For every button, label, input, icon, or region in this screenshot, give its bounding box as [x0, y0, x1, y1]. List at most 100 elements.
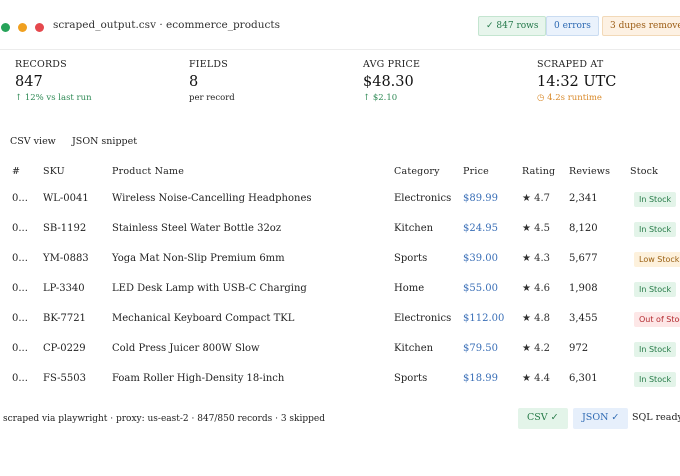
- cell-num: 0...: [12, 313, 28, 324]
- cell-sku: SB-1192: [43, 223, 87, 234]
- cell-num: 0...: [12, 283, 28, 294]
- column-header-category[interactable]: Category: [394, 166, 440, 177]
- cell-reviews: 3,455: [569, 313, 598, 324]
- cell-rating: ★ 4.2: [522, 343, 551, 354]
- column-header-price[interactable]: Price: [463, 166, 489, 177]
- stock-status-badge: In Stock: [634, 342, 677, 357]
- cell-rating: ★ 4.3: [522, 253, 551, 264]
- table-row[interactable]: 0... FS-5503 Foam Roller High-Density 18-i…: [0, 365, 680, 395]
- stat-avg-price-trend: ↑ $2.10: [363, 93, 398, 103]
- stat-scraped-at-value: 14:32 UTC: [537, 74, 617, 90]
- cell-product-name: Mechanical Keyboard Compact TKL: [112, 313, 295, 324]
- sql-ready-button[interactable]: SQL ready: [628, 408, 680, 429]
- cell-price: $39.00: [463, 253, 498, 264]
- cell-product-name: LED Desk Lamp with USB-C Charging: [112, 283, 307, 294]
- stat-avg-price-value: $48.30: [363, 74, 414, 90]
- cell-product-name: Yoga Mat Non-Slip Premium 6mm: [112, 253, 285, 264]
- stat-scraped-at: SCRAPED AT 14:32 UTC ◷ 4.2s runtime: [537, 59, 616, 103]
- cell-rating: ★ 4.5: [522, 223, 551, 234]
- cell-category: Sports: [394, 253, 428, 264]
- cell-price: $18.99: [463, 373, 498, 384]
- cell-reviews: 972: [569, 343, 589, 354]
- cell-product-name: Stainless Steel Water Bottle 32oz: [112, 223, 282, 234]
- cell-num: 0...: [12, 253, 28, 264]
- stat-records: RECORDS 847 ↑ 12% vs last run: [15, 59, 92, 103]
- title-separator: ·: [159, 19, 163, 31]
- stats-panel: RECORDS 847 ↑ 12% vs last run FIELDS 8 p…: [0, 50, 680, 120]
- stock-status-badge: Out of Stock: [634, 312, 680, 327]
- cell-sku: LP-3340: [43, 283, 85, 294]
- cell-price: $55.00: [463, 283, 498, 294]
- cell-sku: CP-0229: [43, 343, 86, 354]
- table-row[interactable]: 0... SB-1192 Stainless Steel Water Bottle …: [0, 215, 680, 245]
- stat-records-value: 847: [15, 74, 43, 90]
- cell-price: $79.50: [463, 343, 498, 354]
- column-header-sku[interactable]: SKU: [43, 166, 65, 177]
- column-header-num[interactable]: #: [12, 166, 20, 177]
- cell-product-name: Foam Roller High-Density 18-inch: [112, 373, 285, 384]
- cell-category: Kitchen: [394, 223, 434, 234]
- stat-records-trend: ↑ 12% vs last run: [15, 93, 92, 103]
- stock-status-badge: In Stock: [634, 282, 677, 297]
- file-name: scraped_output.csv: [53, 19, 157, 31]
- cell-sku: YM-0883: [43, 253, 89, 264]
- cell-rating: ★ 4.4: [522, 373, 551, 384]
- cell-category: Sports: [394, 373, 428, 384]
- cell-num: 0...: [12, 193, 28, 204]
- json-export-button[interactable]: JSON ✓: [573, 408, 629, 429]
- stat-avg-price: AVG PRICE $48.30 ↑ $2.10: [363, 59, 420, 103]
- stat-fields: FIELDS 8 per record: [189, 59, 235, 103]
- stock-status-badge: In Stock: [634, 192, 677, 207]
- cell-category: Kitchen: [394, 343, 434, 354]
- cell-num: 0...: [12, 373, 28, 384]
- table-row[interactable]: 0... WL-0041 Wireless Noise-Cancelling Hea…: [0, 185, 680, 215]
- cell-category: Home: [394, 283, 425, 294]
- table-row[interactable]: 0... YM-0883 Yoga Mat Non-Slip Premium 6mm…: [0, 245, 680, 275]
- dupes-badge: 3 dupes removed: [602, 16, 680, 36]
- cell-sku: FS-5503: [43, 373, 86, 384]
- stat-fields-label: FIELDS: [189, 59, 228, 70]
- table-row[interactable]: 0... CP-0229 Cold Press Juicer 800W Slow Ki…: [0, 335, 680, 365]
- cell-price: $89.99: [463, 193, 498, 204]
- cell-rating: ★ 4.8: [522, 313, 551, 324]
- tab-csv-view[interactable]: CSV view: [10, 136, 56, 147]
- stat-fields-note: per record: [189, 93, 235, 103]
- file-title: scraped_output.csv · ecommerce_products: [53, 19, 280, 31]
- table-row[interactable]: 0... BK-7721 Mechanical Keyboard Compact T…: [0, 305, 680, 335]
- cell-rating: ★ 4.7: [522, 193, 551, 204]
- footer-status-text: scraped via playwright · proxy: us-east-…: [3, 414, 325, 424]
- column-header-product-name[interactable]: Product Name: [112, 166, 184, 177]
- cell-price: $24.95: [463, 223, 498, 234]
- table-row[interactable]: 0... LP-3340 LED Desk Lamp with USB-C Char…: [0, 275, 680, 305]
- column-header-stock[interactable]: Stock: [630, 166, 658, 177]
- stat-scraped-at-label: SCRAPED AT: [537, 59, 604, 70]
- window-dot-yellow[interactable]: [18, 23, 27, 32]
- cell-reviews: 5,677: [569, 253, 598, 264]
- cell-reviews: 8,120: [569, 223, 598, 234]
- dataset-name: ecommerce_products: [166, 19, 280, 31]
- view-tabs: CSV view JSON snippet: [0, 134, 680, 154]
- stat-avg-price-label: AVG PRICE: [363, 59, 421, 70]
- column-header-reviews[interactable]: Reviews: [569, 166, 610, 177]
- cell-num: 0...: [12, 223, 28, 234]
- cell-reviews: 6,301: [569, 373, 598, 384]
- table-header-row: # SKU Product Name Category Price Rating…: [0, 156, 680, 186]
- column-header-rating[interactable]: Rating: [522, 166, 555, 177]
- cell-price: $112.00: [463, 313, 505, 324]
- cell-num: 0...: [12, 343, 28, 354]
- stat-runtime: ◷ 4.2s runtime: [537, 93, 602, 103]
- stock-status-badge: Low Stock: [634, 252, 680, 267]
- status-footer: scraped via playwright · proxy: us-east-…: [0, 406, 680, 432]
- stock-status-badge: In Stock: [634, 372, 677, 387]
- cell-category: Electronics: [394, 193, 452, 204]
- cell-category: Electronics: [394, 313, 452, 324]
- window-dot-red[interactable]: [35, 23, 44, 32]
- window-dot-green[interactable]: [1, 23, 10, 32]
- cell-sku: WL-0041: [43, 193, 89, 204]
- title-bar: scraped_output.csv · ecommerce_products …: [0, 0, 680, 50]
- stat-records-label: RECORDS: [15, 59, 67, 70]
- cell-product-name: Wireless Noise-Cancelling Headphones: [112, 193, 312, 204]
- csv-export-button[interactable]: CSV ✓: [518, 408, 568, 429]
- cell-sku: BK-7721: [43, 313, 86, 324]
- tab-json-snippet[interactable]: JSON snippet: [72, 136, 137, 147]
